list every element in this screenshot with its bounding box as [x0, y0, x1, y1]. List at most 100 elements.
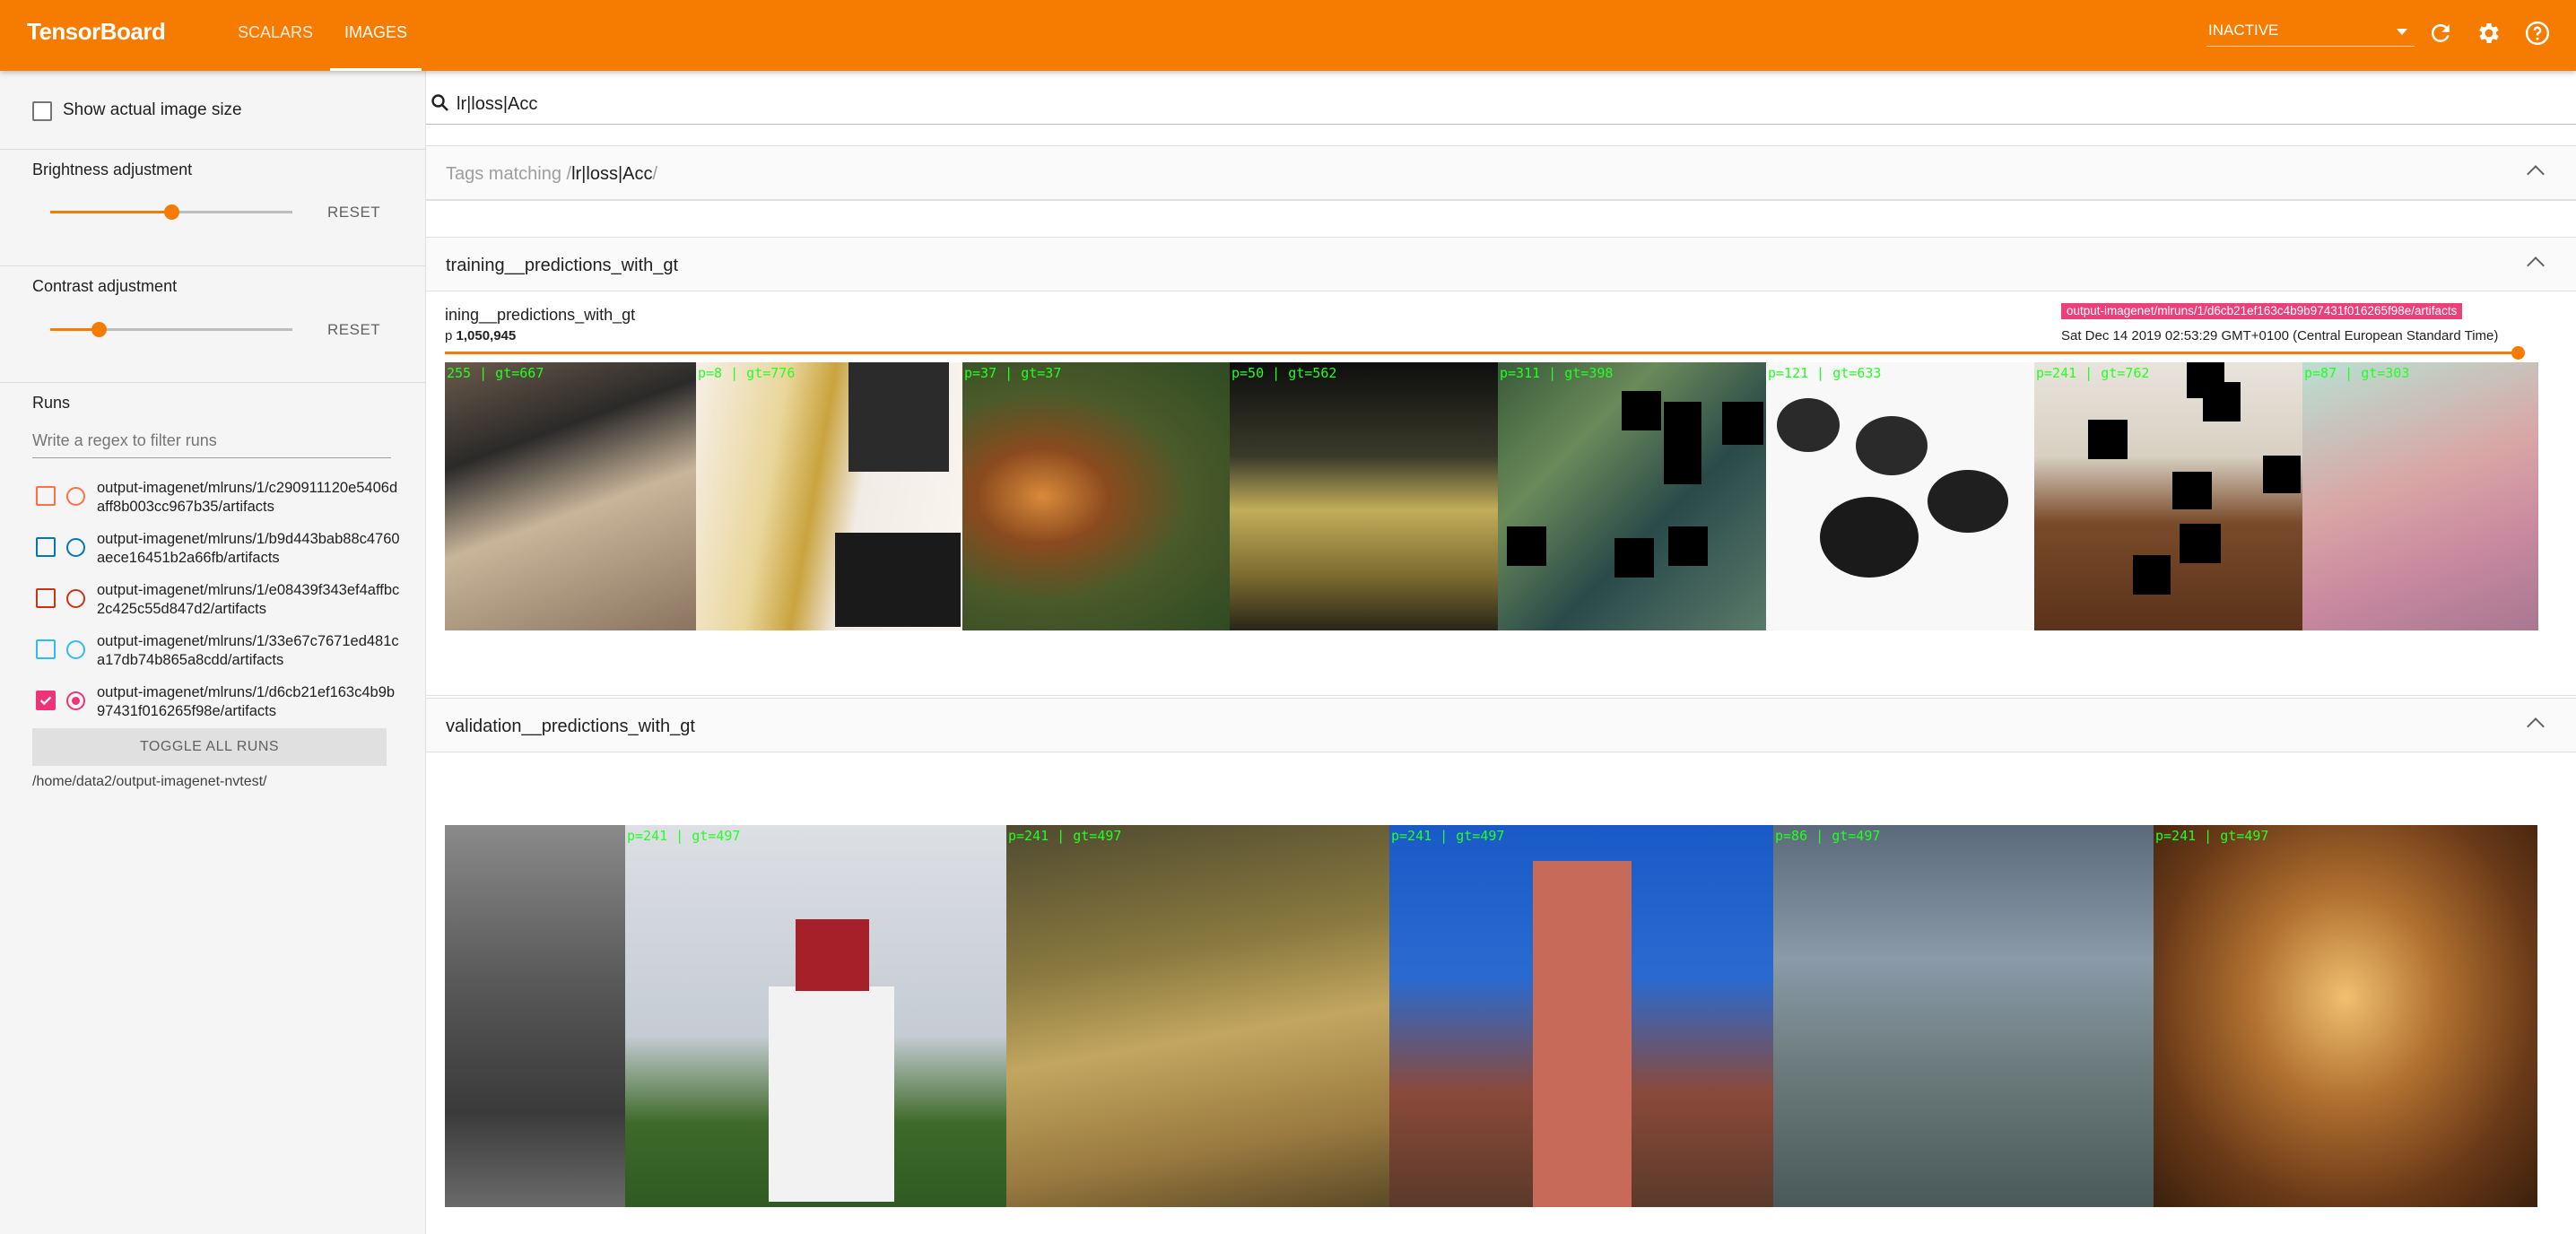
contrast-reset-button[interactable]: RESET	[327, 321, 380, 339]
training-image: 255 | gt=667	[445, 362, 696, 630]
occlusion-patch	[2203, 382, 2241, 421]
validation-image: p=241 | gt=497	[1006, 825, 1389, 1207]
prediction-label: p=241 | gt=762	[2036, 365, 2150, 381]
tags-matching-card: Tags matching /lr|loss|Acc/	[426, 145, 2576, 201]
prediction-label: p=241 | gt=497	[2155, 828, 2269, 844]
training-image: p=87 | gt=303	[2302, 362, 2538, 630]
sidebar: Show actual image size Brightness adjust…	[0, 71, 426, 1234]
tag-filter-input[interactable]: lr|loss|Acc	[457, 94, 537, 115]
plugin-status-select[interactable]: INACTIVE	[2206, 18, 2415, 47]
logdir-path: /home/data2/output-imagenet-nvtest/	[32, 774, 267, 789]
prediction-label: 255 | gt=667	[447, 365, 544, 381]
occlusion-patch	[2133, 555, 2171, 595]
run-radio[interactable]	[66, 691, 85, 710]
training-image: p=121 | gt=633	[1766, 362, 2034, 630]
refresh-icon[interactable]	[2427, 20, 2454, 47]
chevron-down-icon	[2397, 29, 2407, 35]
runs-filter-input[interactable]: Write a regex to filter runs	[32, 426, 391, 458]
tab-images[interactable]: IMAGES	[330, 0, 422, 71]
step-slider-knob[interactable]	[2511, 346, 2525, 360]
run-checkbox[interactable]	[36, 691, 56, 710]
run-checkbox[interactable]	[36, 537, 56, 557]
training-image: p=37 | gt=37	[962, 362, 1230, 630]
run-radio[interactable]	[66, 589, 85, 608]
validation-image	[445, 825, 625, 1207]
validation-image: p=241 | gt=497	[625, 825, 1006, 1207]
chevron-up-icon[interactable]	[2527, 717, 2545, 735]
radio-dot	[72, 697, 80, 705]
prediction-label: p=37 | gt=37	[964, 365, 1062, 381]
prediction-label: p=241 | gt=497	[1008, 828, 1122, 844]
magnifier-lens	[1777, 398, 1840, 452]
training-card-title: training__predictions_with_gt	[446, 256, 679, 275]
run-checkbox[interactable]	[36, 588, 56, 608]
prediction-label: p=121 | gt=633	[1768, 365, 1882, 381]
product-box	[849, 362, 949, 472]
prediction-label: p=86 | gt=497	[1775, 828, 1881, 844]
run-item[interactable]: output-imagenet/mlruns/1/b9d443bab88c476…	[32, 530, 400, 575]
actual-size-section: Show actual image size	[0, 71, 426, 150]
validation-image: p=241 | gt=497	[1389, 825, 1773, 1207]
step-slider[interactable]	[445, 352, 2519, 354]
brightness-slider-fill	[50, 211, 171, 213]
run-radio[interactable]	[66, 640, 85, 659]
church-wall	[769, 986, 894, 1202]
chevron-up-icon[interactable]	[2527, 165, 2545, 183]
validation-card-header[interactable]: validation__predictions_with_gt	[426, 699, 2576, 752]
run-label: output-imagenet/mlruns/1/33e67c7671ed481…	[97, 633, 399, 668]
occlusion-patch	[2088, 420, 2128, 459]
contrast-slider-knob[interactable]	[91, 322, 107, 337]
training-card-header[interactable]: training__predictions_with_gt	[426, 238, 2576, 291]
tag-filter-bar[interactable]: lr|loss|Acc	[426, 71, 2576, 125]
run-item[interactable]: output-imagenet/mlruns/1/c290911120e5406…	[32, 479, 400, 524]
run-checkbox[interactable]	[36, 486, 56, 506]
run-radio[interactable]	[66, 538, 85, 557]
training-image: p=311 | gt=398	[1498, 362, 1766, 630]
tags-matching-title: Tags matching /lr|loss|Acc/	[446, 164, 657, 185]
instrument-case	[835, 533, 961, 627]
prediction-label: p=241 | gt=497	[627, 828, 741, 844]
toggle-all-runs-button[interactable]: TOGGLE ALL RUNS	[32, 728, 387, 766]
prediction-label: p=8 | gt=776	[698, 365, 796, 381]
occlusion-patch	[1614, 538, 1654, 578]
run-label: output-imagenet/mlruns/1/d6cb21ef163c4b9…	[97, 684, 396, 719]
gear-icon[interactable]	[2476, 20, 2502, 47]
check-icon	[39, 696, 52, 706]
run-item[interactable]: output-imagenet/mlruns/1/e08439f343ef4af…	[32, 581, 400, 626]
run-checkbox[interactable]	[36, 639, 56, 659]
brightness-reset-button[interactable]: RESET	[327, 204, 380, 222]
run-label: output-imagenet/mlruns/1/c290911120e5406…	[97, 480, 398, 515]
run-label: output-imagenet/mlruns/1/b9d443bab88c476…	[97, 531, 400, 566]
training-image: p=8 | gt=776	[696, 362, 962, 630]
contrast-slider[interactable]	[50, 322, 292, 337]
brightness-label: Brightness adjustment	[32, 161, 193, 178]
tags-matching-prefix: Tags matching /	[446, 164, 572, 184]
training-image: p=50 | gt=562	[1230, 362, 1498, 630]
occlusion-patch	[1507, 526, 1546, 566]
church-roof	[796, 919, 869, 991]
image-step: p 1,050,945	[445, 328, 516, 343]
magnifier-lens	[1820, 497, 1919, 578]
run-item[interactable]: output-imagenet/mlruns/1/d6cb21ef163c4b9…	[32, 683, 400, 728]
prediction-label: p=50 | gt=562	[1231, 365, 1337, 381]
run-radio[interactable]	[66, 487, 85, 506]
brightness-slider[interactable]	[50, 204, 292, 220]
brightness-slider-knob[interactable]	[164, 204, 179, 220]
magnifier-lens	[1856, 416, 1928, 475]
prediction-label: p=241 | gt=497	[1391, 828, 1505, 844]
contrast-section: Contrast adjustment RESET	[0, 266, 426, 383]
prediction-label: p=87 | gt=303	[2304, 365, 2410, 381]
tags-matching-pattern: lr|loss|Acc	[571, 164, 653, 184]
tags-matching-header[interactable]: Tags matching /lr|loss|Acc/	[426, 146, 2576, 200]
tab-scalars[interactable]: SCALARS	[222, 0, 328, 71]
training-image: p=241 | gt=762	[2034, 362, 2302, 630]
chevron-up-icon[interactable]	[2527, 256, 2545, 274]
tags-matching-suffix: /	[652, 164, 658, 184]
prediction-label: p=311 | gt=398	[1500, 365, 1614, 381]
validation-image: p=86 | gt=497	[1773, 825, 2154, 1207]
image-tag-name: ining__predictions_with_gt	[445, 306, 636, 324]
help-icon[interactable]	[2524, 20, 2551, 47]
show-actual-size-checkbox[interactable]	[32, 101, 52, 121]
image-step-value: 1,050,945	[456, 328, 517, 343]
run-item[interactable]: output-imagenet/mlruns/1/33e67c7671ed481…	[32, 632, 400, 677]
